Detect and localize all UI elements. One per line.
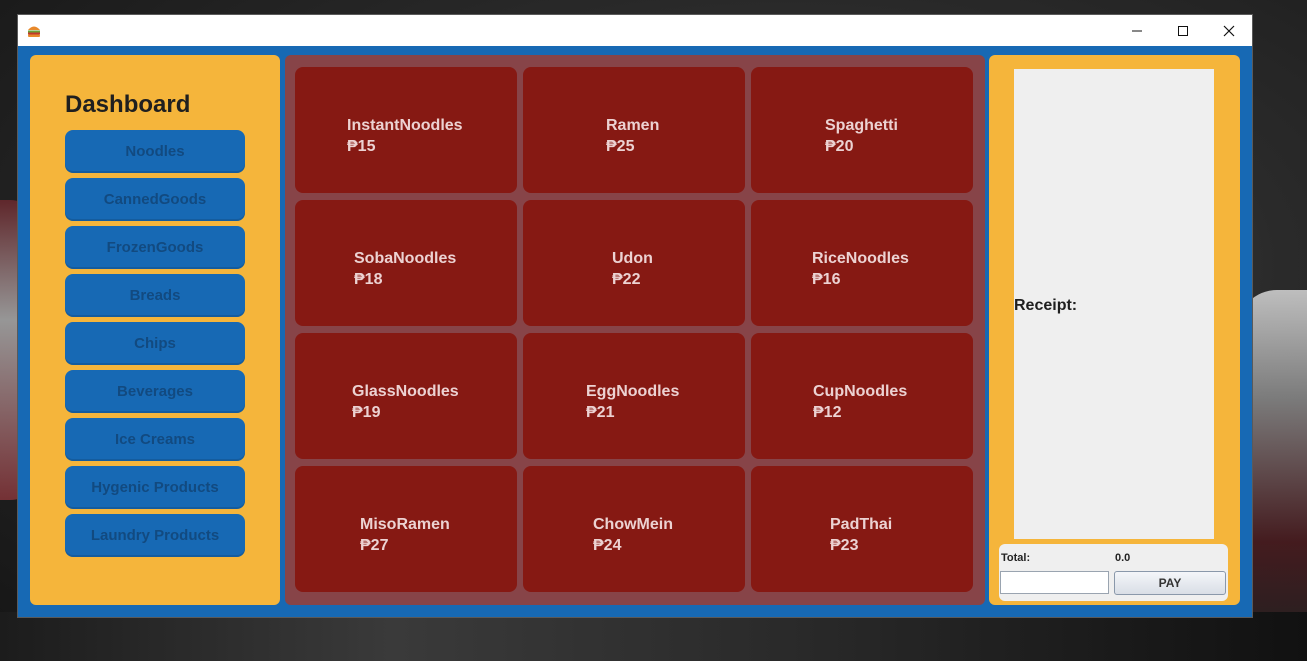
product-price: ₱18	[354, 271, 383, 288]
pay-button[interactable]: PAY	[1114, 571, 1226, 595]
category-button-laundry-products[interactable]: Laundry Products	[65, 514, 245, 557]
product-name: GlassNoodles	[352, 383, 459, 400]
product-tile-instant-noodles[interactable]: InstantNoodles ₱15	[295, 67, 517, 193]
product-price: ₱12	[813, 404, 842, 421]
product-name: RiceNoodles	[812, 250, 909, 267]
product-name: PadThai	[830, 516, 893, 533]
product-name: MisoRamen	[360, 516, 450, 533]
maximize-button[interactable]	[1160, 15, 1206, 46]
product-tile-glass-noodles[interactable]: GlassNoodles ₱19	[295, 333, 517, 459]
product-tile-spaghetti[interactable]: Spaghetti ₱20	[751, 67, 973, 193]
background-road	[0, 612, 1307, 661]
product-name: EggNoodles	[586, 383, 680, 400]
product-tile-ramen[interactable]: Ramen ₱25	[523, 67, 745, 193]
product-name: InstantNoodles	[347, 117, 463, 134]
category-button-canned-goods[interactable]: CannedGoods	[65, 178, 245, 221]
minimize-icon	[1132, 30, 1142, 31]
product-name: Udon	[612, 250, 653, 267]
receipt-panel: Receipt: Total: 0.0 PAY	[989, 55, 1240, 605]
minimize-button[interactable]	[1114, 15, 1160, 46]
product-name: SobaNoodles	[354, 250, 457, 267]
category-button-hygenic-products[interactable]: Hygenic Products	[65, 466, 245, 509]
total-bar: Total: 0.0 PAY	[999, 544, 1228, 601]
maximize-icon	[1178, 25, 1188, 36]
product-price: ₱27	[360, 537, 389, 554]
product-tile-egg-noodles[interactable]: EggNoodles ₱21	[523, 333, 745, 459]
product-tile-soba-noodles[interactable]: SobaNoodles ₱18	[295, 200, 517, 326]
category-button-chips[interactable]: Chips	[65, 322, 245, 365]
total-value: 0.0	[1115, 552, 1131, 564]
product-price: ₱21	[586, 404, 615, 421]
category-button-frozen-goods[interactable]: FrozenGoods	[65, 226, 245, 269]
product-price: ₱19	[352, 404, 381, 421]
close-button[interactable]	[1206, 15, 1252, 46]
product-name: Ramen	[606, 117, 660, 134]
product-price: ₱20	[825, 138, 854, 155]
category-button-noodles[interactable]: Noodles	[65, 130, 245, 173]
product-tile-pad-thai[interactable]: PadThai ₱23	[751, 466, 973, 592]
product-price: ₱16	[812, 271, 841, 288]
product-price: ₱23	[830, 537, 859, 554]
product-tile-chow-mein[interactable]: ChowMein ₱24	[523, 466, 745, 592]
payment-input[interactable]	[1000, 571, 1109, 594]
product-tile-cup-noodles[interactable]: CupNoodles ₱12	[751, 333, 973, 459]
product-price: ₱15	[347, 138, 376, 155]
product-tile-miso-ramen[interactable]: MisoRamen ₱27	[295, 466, 517, 592]
receipt-label: Receipt:	[1014, 297, 1078, 314]
product-price: ₱22	[612, 271, 641, 288]
product-grid: InstantNoodles ₱15 Ramen ₱25 Spaghetti ₱…	[285, 55, 985, 605]
total-label: Total:	[1001, 552, 1031, 564]
product-name: Spaghetti	[825, 117, 898, 134]
app-window: Dashboard Noodles CannedGoods FrozenGood…	[17, 14, 1253, 618]
category-button-breads[interactable]: Breads	[65, 274, 245, 317]
category-button-ice-creams[interactable]: Ice Creams	[65, 418, 245, 461]
close-icon	[1223, 25, 1235, 36]
title-bar[interactable]	[18, 15, 1252, 46]
product-tile-rice-noodles[interactable]: RiceNoodles ₱16	[751, 200, 973, 326]
category-sidebar: Dashboard Noodles CannedGoods FrozenGood…	[30, 55, 280, 605]
burger-icon	[28, 26, 40, 37]
product-price: ₱24	[593, 537, 622, 554]
category-button-beverages[interactable]: Beverages	[65, 370, 245, 413]
product-tile-udon[interactable]: Udon ₱22	[523, 200, 745, 326]
receipt-text-area[interactable]: Receipt:	[1014, 69, 1214, 539]
product-name: ChowMein	[593, 516, 673, 533]
product-name: CupNoodles	[813, 383, 908, 400]
product-price: ₱25	[606, 138, 635, 155]
dashboard-title: Dashboard	[65, 91, 191, 118]
